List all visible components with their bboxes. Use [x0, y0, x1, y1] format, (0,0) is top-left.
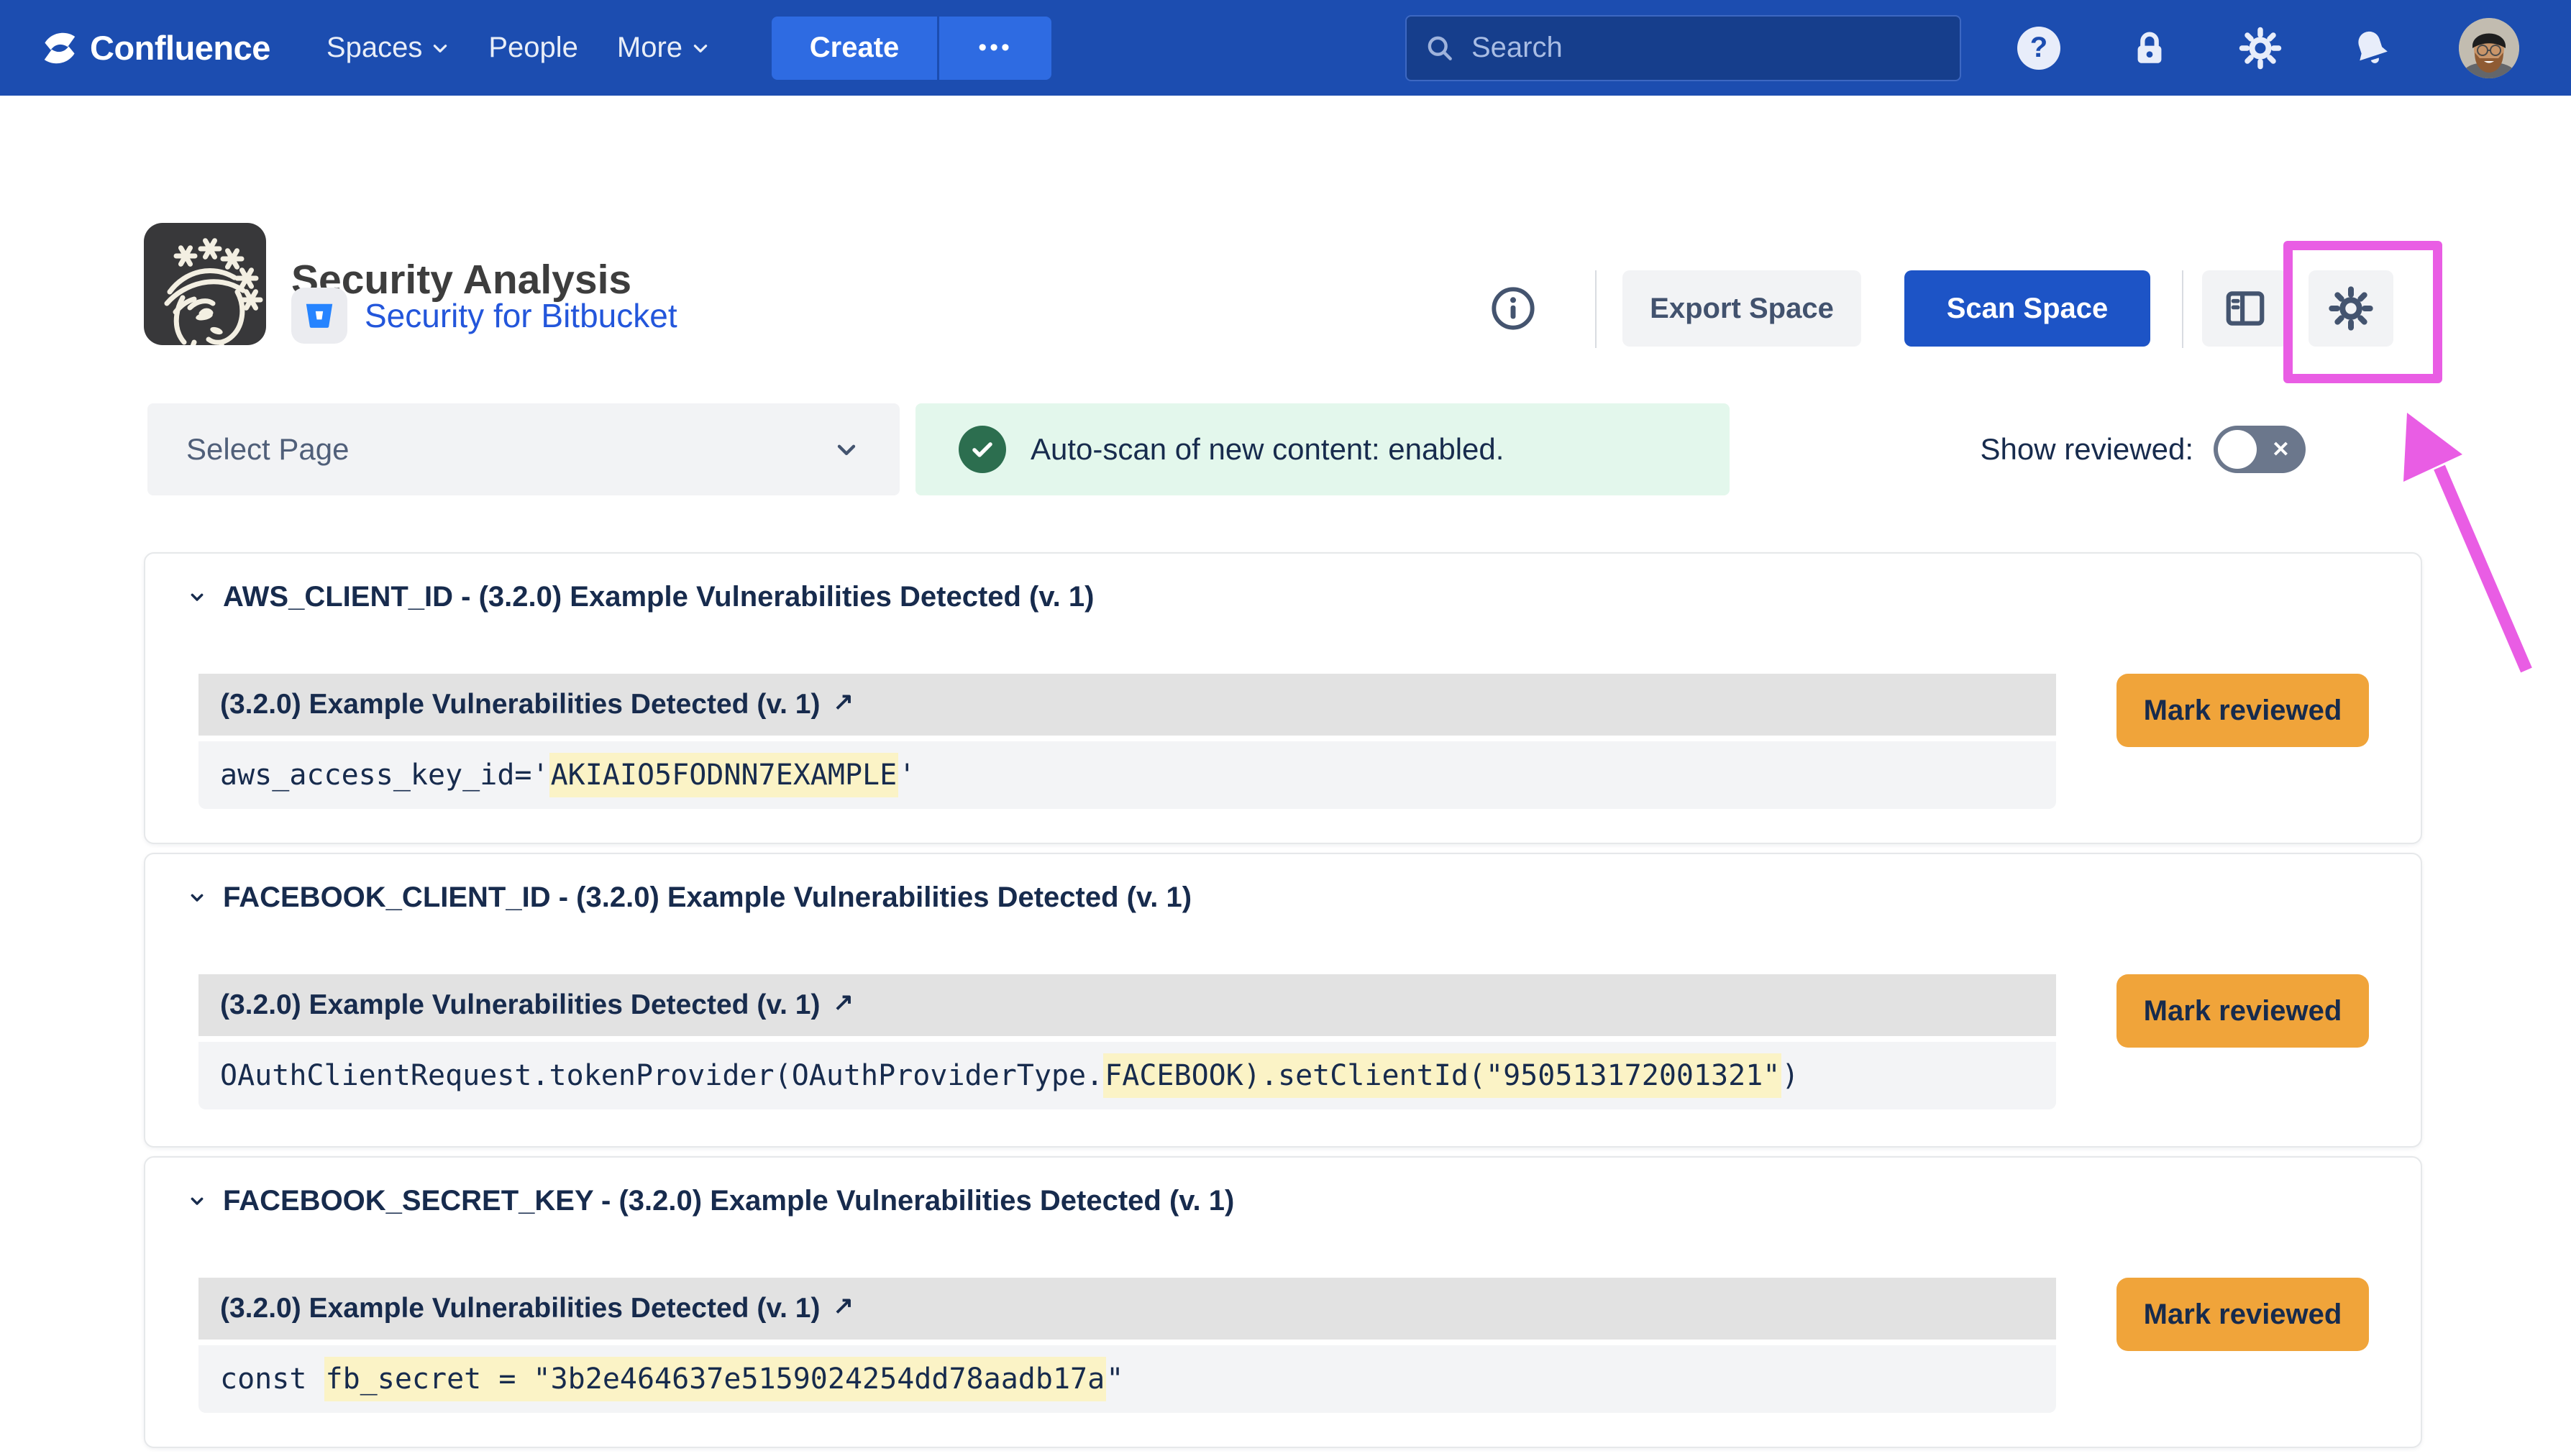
code-row: const fb_secret = "3b2e464637e5159024254…	[198, 1345, 2056, 1413]
nav-menu: Spaces People More	[326, 32, 710, 64]
source-page-header[interactable]: (3.2.0) Example Vulnerabilities Detected…	[198, 974, 2056, 1036]
nav-item-spaces[interactable]: Spaces	[326, 32, 449, 64]
nav-item-label: Spaces	[326, 32, 422, 64]
search-icon	[1424, 32, 1456, 64]
user-avatar[interactable]	[2459, 18, 2519, 78]
code-row: aws_access_key_id='AKIAIO5FODNN7EXAMPLE'	[198, 741, 2056, 809]
vulnerability-card: FACEBOOK_CLIENT_ID - (3.2.0) Example Vul…	[144, 853, 2422, 1148]
help-icon: ?	[2017, 27, 2060, 70]
card-collapse-header[interactable]: FACEBOOK_SECRET_KEY - (3.2.0) Example Vu…	[186, 1179, 2378, 1222]
chevron-down-icon	[832, 435, 861, 464]
gear-icon	[2239, 27, 2282, 70]
external-link-icon: ↗	[833, 1291, 854, 1320]
divider	[2182, 270, 2183, 348]
chevron-down-icon	[431, 39, 449, 58]
card-title: AWS_CLIENT_ID - (3.2.0) Example Vulnerab…	[223, 581, 1094, 613]
code-suffix: "	[1106, 1363, 1123, 1396]
lock-icon	[2129, 27, 2170, 69]
divider	[1595, 270, 1597, 348]
overflow-menu-button[interactable]: •••	[939, 17, 1051, 80]
notifications-button[interactable]	[2348, 25, 2394, 71]
code-prefix: aws_access_key_id='	[220, 759, 549, 792]
code-prefix: OAuthClientRequest.tokenProvider(OAuthPr…	[220, 1059, 1103, 1092]
source-page-title: (3.2.0) Example Vulnerabilities Detected…	[220, 1293, 820, 1324]
source-page-title: (3.2.0) Example Vulnerabilities Detected…	[220, 689, 820, 720]
secret-highlight: FACEBOOK).setClientId("950513172001321"	[1103, 1053, 1781, 1098]
create-button[interactable]: Create	[772, 17, 937, 80]
card-title: FACEBOOK_SECRET_KEY - (3.2.0) Example Vu…	[223, 1185, 1234, 1217]
code-suffix: '	[898, 759, 915, 792]
code-row: OAuthClientRequest.tokenProvider(OAuthPr…	[198, 1042, 2056, 1109]
nav-item-more[interactable]: More	[617, 32, 710, 64]
collapse-chevron-icon	[186, 1189, 209, 1212]
code-snippet: const fb_secret = "3b2e464637e5159024254…	[220, 1363, 1123, 1396]
select-page-dropdown[interactable]: Select Page	[147, 403, 900, 495]
code-suffix: )	[1781, 1059, 1799, 1092]
vulnerability-card: AWS_CLIENT_ID - (3.2.0) Example Vulnerab…	[144, 552, 2422, 844]
select-page-label: Select Page	[186, 432, 350, 467]
card-collapse-header[interactable]: FACEBOOK_CLIENT_ID - (3.2.0) Example Vul…	[186, 876, 2378, 919]
help-button[interactable]: ?	[2016, 25, 2062, 71]
code-prefix: const	[220, 1363, 324, 1396]
confluence-home-link[interactable]: Confluence	[41, 28, 270, 68]
space-link[interactable]: Security for Bitbucket	[365, 296, 677, 335]
space-settings-button[interactable]	[2309, 270, 2393, 347]
question-glyph: ?	[2030, 32, 2047, 64]
toggle-x-icon: ✕	[2272, 437, 2290, 462]
bitbucket-badge	[291, 288, 347, 344]
code-snippet: OAuthClientRequest.tokenProvider(OAuthPr…	[220, 1059, 1799, 1092]
confluence-logo-icon	[41, 29, 78, 67]
code-snippet: aws_access_key_id='AKIAIO5FODNN7EXAMPLE'	[220, 759, 915, 792]
brand-title: Confluence	[90, 28, 270, 68]
nav-icon-group: ?	[2016, 18, 2519, 78]
info-icon[interactable]	[1490, 285, 1536, 331]
card-collapse-header[interactable]: AWS_CLIENT_ID - (3.2.0) Example Vulnerab…	[186, 575, 2378, 618]
space-subtitle-row: Security for Bitbucket	[291, 288, 677, 344]
export-space-button[interactable]: Export Space	[1622, 270, 1861, 347]
gear-icon	[2328, 285, 2374, 331]
admin-settings-button[interactable]	[2237, 25, 2283, 71]
permissions-lock-button[interactable]	[2127, 25, 2173, 71]
toggle-knob	[2218, 430, 2257, 469]
mark-reviewed-button[interactable]: Mark reviewed	[2116, 674, 2369, 747]
scan-space-button[interactable]: Scan Space	[1904, 270, 2150, 347]
collapse-chevron-icon	[186, 585, 209, 608]
source-page-title: (3.2.0) Example Vulnerabilities Detected…	[220, 989, 820, 1021]
bitbucket-icon	[303, 299, 336, 332]
external-link-icon: ↗	[833, 988, 854, 1017]
search-input[interactable]	[1470, 31, 1942, 65]
external-link-icon: ↗	[833, 687, 854, 716]
show-reviewed-control: Show reviewed: ✕	[1981, 403, 2306, 495]
show-reviewed-label: Show reviewed:	[1981, 432, 2193, 467]
chevron-down-icon	[691, 39, 710, 58]
source-page-header[interactable]: (3.2.0) Example Vulnerabilities Detected…	[198, 1278, 2056, 1340]
mark-reviewed-button[interactable]: Mark reviewed	[2116, 974, 2369, 1048]
card-title: FACEBOOK_CLIENT_ID - (3.2.0) Example Vul…	[223, 882, 1192, 914]
show-reviewed-toggle[interactable]: ✕	[2214, 426, 2306, 473]
nav-item-label: People	[488, 32, 578, 64]
space-avatar	[144, 223, 266, 345]
sidebar-layout-button[interactable]	[2202, 270, 2288, 347]
nav-item-people[interactable]: People	[488, 32, 578, 64]
secret-highlight: AKIAIO5FODNN7EXAMPLE	[549, 753, 899, 797]
mark-reviewed-button[interactable]: Mark reviewed	[2116, 1278, 2369, 1351]
bell-icon	[2349, 27, 2393, 70]
source-page-header[interactable]: (3.2.0) Example Vulnerabilities Detected…	[198, 674, 2056, 736]
top-navbar: Confluence Spaces People More Create •••	[0, 0, 2571, 96]
search-box[interactable]	[1405, 15, 1961, 81]
collapse-chevron-icon	[186, 886, 209, 909]
secret-highlight: fb_secret = "3b2e464637e5159024254dd78aa…	[324, 1357, 1107, 1401]
nav-item-label: More	[617, 32, 682, 64]
autoscan-message: Auto-scan of new content: enabled.	[1031, 432, 1504, 467]
autoscan-banner: Auto-scan of new content: enabled.	[915, 403, 1730, 495]
vulnerability-card: FACEBOOK_SECRET_KEY - (3.2.0) Example Vu…	[144, 1156, 2422, 1448]
check-circle-icon	[959, 426, 1006, 473]
sidebar-layout-icon	[2223, 286, 2268, 331]
